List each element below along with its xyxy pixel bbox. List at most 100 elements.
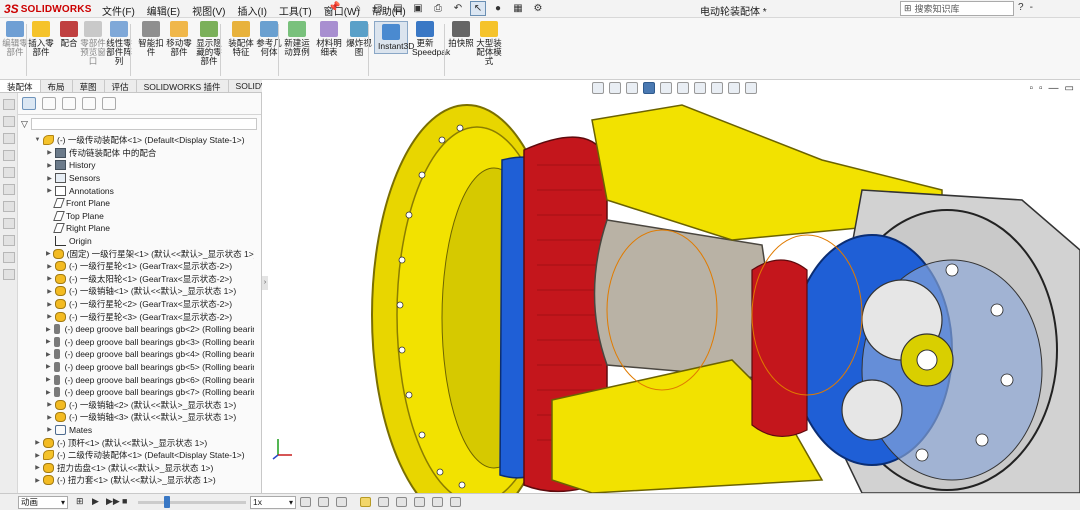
chevron-right-icon[interactable]: ▶ <box>46 426 53 433</box>
command-button[interactable]: Instant3D <box>374 21 414 54</box>
tree-node[interactable]: ▶ (-) 一级销轴<2> (默认<<默认>_显示状态 1>) <box>18 398 254 411</box>
hide-show-icon[interactable] <box>694 82 706 94</box>
chevron-right-icon[interactable]: ▶ <box>46 250 51 257</box>
file-properties-icon[interactable]: ▦ <box>510 1 526 16</box>
add-key-icon[interactable] <box>378 497 389 507</box>
rebuild-icon[interactable]: ● <box>490 1 506 16</box>
chevron-right-icon[interactable]: ▶ <box>46 187 53 194</box>
command-tab[interactable]: 装配体 <box>0 80 41 92</box>
chevron-right-icon[interactable]: ▶ <box>46 389 51 396</box>
solidworks-logo[interactable]: 3S SOLIDWORKS <box>4 2 92 16</box>
tree-node[interactable]: ▶ (-) 扭力套<1> (默认<<默认>_显示状态 1>) <box>18 474 254 487</box>
calculate-icon[interactable]: ⊞ <box>76 496 84 507</box>
command-tab[interactable]: SOLIDWORKS 插件 <box>137 80 229 92</box>
menu-view[interactable]: 视图(V) <box>190 3 227 18</box>
command-button[interactable]: 大型装配体模式 <box>476 21 502 66</box>
play-from-start-icon[interactable]: ▶▶ <box>106 496 120 507</box>
command-button[interactable]: 智能扣件 <box>138 21 164 57</box>
chevron-right-icon[interactable]: ▶ <box>46 162 53 169</box>
property-manager-tab-icon[interactable] <box>42 97 56 110</box>
graphics-area[interactable]: ▫ ▫ — ▭ › <box>262 80 1080 493</box>
tree-node[interactable]: Top Plane <box>18 210 254 223</box>
chevron-right-icon[interactable]: ▶ <box>46 401 53 408</box>
select-icon[interactable]: ↖ <box>470 1 486 16</box>
strip-icon[interactable] <box>3 116 15 127</box>
view-orientation-icon[interactable] <box>660 82 672 94</box>
strip-icon[interactable] <box>3 150 15 161</box>
strip-icon[interactable] <box>3 167 15 178</box>
command-button[interactable]: 编辑零部件 <box>2 21 28 57</box>
chevron-right-icon[interactable]: ▶ <box>46 338 51 345</box>
tree-node[interactable]: ▶ (-) deep groove ball bearings gb<6> (Ro… <box>18 373 254 386</box>
tree-node[interactable]: ▶ Mates <box>18 424 254 437</box>
chevron-right-icon[interactable]: ▶ <box>46 313 53 320</box>
model-render[interactable] <box>262 80 1080 493</box>
chevron-right-icon[interactable]: ▶ <box>46 376 51 383</box>
chevron-right-icon[interactable]: ▶ <box>34 439 41 446</box>
feature-tree-tab-icon[interactable] <box>22 97 36 110</box>
tile-window-icon[interactable]: ▫ <box>1039 83 1043 94</box>
chevron-right-icon[interactable]: ▶ <box>46 326 51 333</box>
strip-icon[interactable] <box>3 218 15 229</box>
maximize-window-icon[interactable]: ▭ <box>1065 83 1074 94</box>
tree-node[interactable]: ▶ 扭力齿盘<1> (默认<<默认>_显示状态 1>) <box>18 461 254 474</box>
command-button[interactable]: 新建运动算例 <box>284 21 310 57</box>
tree-node[interactable]: Origin <box>18 235 254 248</box>
previous-view-icon[interactable] <box>626 82 638 94</box>
tree-node[interactable]: ▶ (-) 一级行星轮<2> (GearTrax<显示状态-2>) <box>18 298 254 311</box>
zoom-fit-icon[interactable] <box>592 82 604 94</box>
playback-slider-track[interactable] <box>138 501 246 504</box>
strip-icon[interactable] <box>3 252 15 263</box>
tree-node[interactable]: ▶ (-) 一级销轴<1> (默认<<默认>_显示状态 1>) <box>18 285 254 298</box>
help-icon[interactable]: ? <box>1018 2 1024 13</box>
tree-node[interactable]: ▶ (-) deep groove ball bearings gb<3> (Ro… <box>18 336 254 349</box>
command-button[interactable]: 配合 <box>56 21 82 48</box>
undo-icon[interactable]: ↶ <box>450 1 466 16</box>
tree-node[interactable]: ▼ (-) 一级传动装配体<1> (Default<Display State-1… <box>18 134 254 147</box>
save-animation-icon[interactable] <box>318 497 329 507</box>
print-icon[interactable]: ⎙ <box>430 1 446 16</box>
playback-speed-select[interactable]: 1x <box>250 496 296 509</box>
save-icon[interactable]: ▣ <box>410 1 426 16</box>
tree-node[interactable]: ▶ Sensors <box>18 172 254 185</box>
command-button[interactable]: 显示隐藏的零部件 <box>196 21 222 66</box>
display-manager-tab-icon[interactable] <box>102 97 116 110</box>
tree-node[interactable]: Front Plane <box>18 197 254 210</box>
tree-node[interactable]: ▶ 传动链装配体 中的配合 <box>18 147 254 160</box>
chevron-right-icon[interactable]: ▶ <box>46 263 53 270</box>
motor-icon[interactable] <box>396 497 407 507</box>
chevron-right-icon[interactable]: ▶ <box>46 275 53 282</box>
planet-gear[interactable] <box>841 379 903 441</box>
tree-node[interactable]: ▶ (-) 二级传动装配体<1> (Default<Display State-1… <box>18 449 254 462</box>
pin-menu-icon[interactable]: 📌 <box>328 2 340 13</box>
command-button[interactable]: 线性零部件阵列 <box>106 21 132 66</box>
autokey-icon[interactable] <box>360 497 371 507</box>
tree-node[interactable]: ▶ Annotations <box>18 184 254 197</box>
tree-node[interactable]: ▶ History <box>18 159 254 172</box>
view-settings-icon[interactable] <box>745 82 757 94</box>
tree-node[interactable]: ▶ (-) 一级销轴<3> (默认<<默认>_显示状态 1>) <box>18 411 254 424</box>
tree-node[interactable]: ▶ (-) deep groove ball bearings gb<7> (Ro… <box>18 386 254 399</box>
chevron-right-icon[interactable]: ▶ <box>46 414 53 421</box>
command-button[interactable]: 材料明细表 <box>316 21 342 57</box>
stop-icon[interactable]: ■ <box>122 496 127 506</box>
playback-mode-icon[interactable] <box>300 497 311 507</box>
chevron-right-icon[interactable]: ▶ <box>46 288 53 295</box>
contact-icon[interactable] <box>432 497 443 507</box>
chevron-right-icon[interactable]: ▶ <box>34 477 41 484</box>
display-style-icon[interactable] <box>677 82 689 94</box>
minimize-icon[interactable]: - <box>1030 2 1033 13</box>
animation-wizard-icon[interactable] <box>336 497 347 507</box>
menu-insert[interactable]: 插入(I) <box>235 3 268 18</box>
tree-node[interactable]: ▶ (-) 一级行星轮<1> (GearTrax<显示状态-2>) <box>18 260 254 273</box>
command-button[interactable]: 插入零部件 <box>28 21 54 57</box>
command-button[interactable]: 拍快照 <box>448 21 474 48</box>
chevron-right-icon[interactable]: ▶ <box>34 464 41 471</box>
search-box[interactable]: ⊞ 搜索知识库 <box>900 1 1014 16</box>
command-button[interactable]: 更新Speedpak <box>412 21 450 57</box>
strip-icon[interactable] <box>3 99 15 110</box>
command-button[interactable]: 零部件预览窗口 <box>80 21 106 66</box>
tree-node[interactable]: ▶ (-) deep groove ball bearings gb<2> (Ro… <box>18 323 254 336</box>
apply-scene-icon[interactable] <box>728 82 740 94</box>
spring-icon[interactable] <box>414 497 425 507</box>
